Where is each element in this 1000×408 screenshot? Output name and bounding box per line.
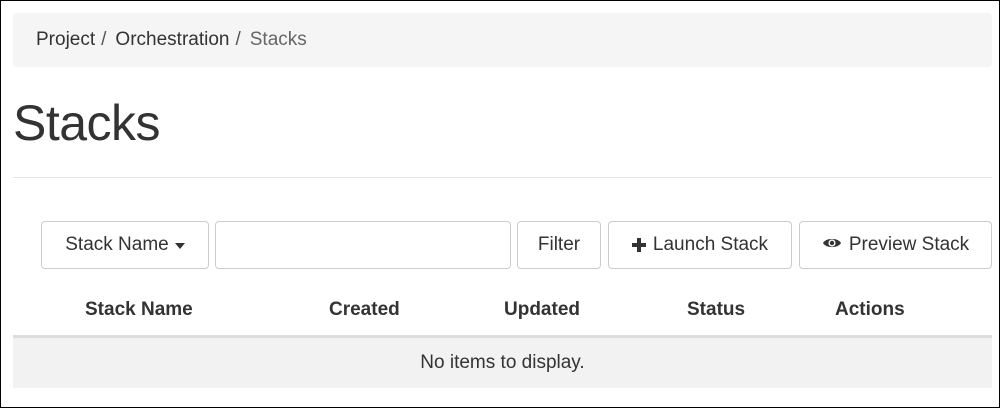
preview-stack-label: Preview Stack: [848, 234, 970, 255]
column-header-updated[interactable]: Updated: [504, 299, 580, 321]
page-title: Stacks: [13, 95, 161, 151]
caret-down-icon: [174, 243, 185, 249]
breadcrumb-separator: /: [235, 29, 241, 50]
filter-field-dropdown[interactable]: Stack Name: [41, 221, 209, 269]
eye-icon: [822, 234, 842, 256]
breadcrumb-separator: /: [101, 29, 107, 50]
stacks-page: Project / Orchestration / Stacks Stacks …: [0, 0, 1000, 408]
breadcrumb: Project / Orchestration / Stacks: [13, 13, 992, 67]
table-header: Stack Name Created Updated Status Action…: [13, 291, 992, 335]
preview-stack-button[interactable]: Preview Stack: [799, 221, 992, 269]
breadcrumb-item-orchestration[interactable]: Orchestration: [115, 29, 229, 51]
breadcrumb-item-current: Stacks: [249, 29, 307, 50]
column-header-actions: Actions: [835, 299, 905, 320]
filter-input[interactable]: [215, 221, 511, 269]
table-empty-row: No items to display.: [13, 338, 992, 388]
filter-button[interactable]: Filter: [517, 221, 601, 269]
column-header-created[interactable]: Created: [329, 299, 400, 321]
filter-field-label: Stack Name: [65, 234, 169, 255]
empty-message: No items to display.: [420, 352, 585, 373]
launch-stack-label: Launch Stack: [652, 234, 769, 255]
launch-stack-button[interactable]: Launch Stack: [608, 221, 792, 269]
filter-button-label: Filter: [537, 234, 581, 255]
column-header-stack-name[interactable]: Stack Name: [85, 299, 193, 321]
title-divider: [13, 177, 992, 178]
column-header-status[interactable]: Status: [687, 299, 745, 321]
plus-icon: [631, 238, 646, 252]
breadcrumb-item-project[interactable]: Project: [36, 29, 95, 51]
